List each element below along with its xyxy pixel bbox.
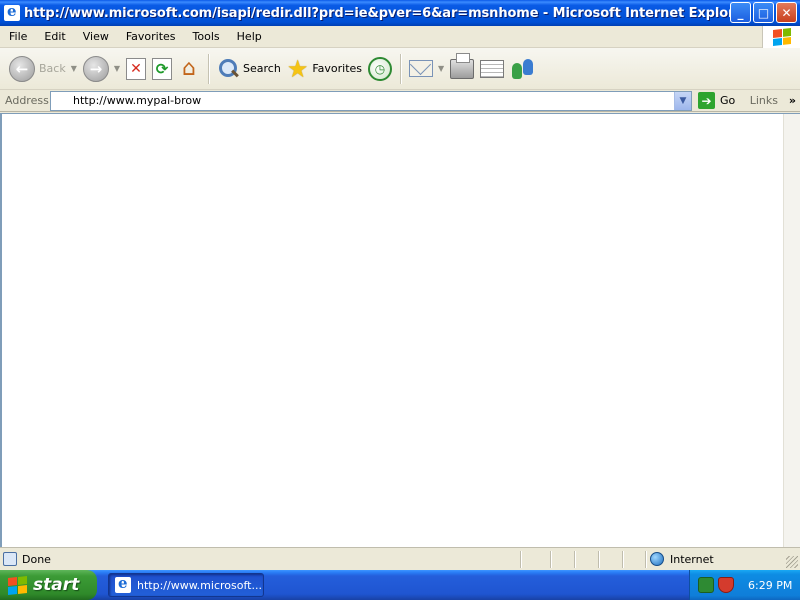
stop-icon: ✕: [126, 57, 147, 80]
menu-tools[interactable]: Tools: [184, 30, 228, 43]
vertical-scrollbar[interactable]: [783, 114, 800, 547]
home-button[interactable]: ⌂: [175, 52, 203, 86]
toolbar-separator: [208, 53, 210, 84]
address-input[interactable]: [71, 91, 674, 110]
menu-help[interactable]: Help: [228, 30, 270, 43]
mail-button[interactable]: ▼: [406, 52, 447, 86]
edit-button[interactable]: [477, 52, 507, 86]
system-tray: 6:29 PM: [689, 570, 800, 600]
status-bar: Done Internet: [0, 547, 800, 570]
window-controls: _ □ ✕: [730, 2, 797, 23]
windows-flag-icon: [8, 575, 27, 595]
status-divider: [598, 551, 599, 568]
menu-bar: File Edit View Favorites Tools Help: [0, 26, 800, 48]
search-button[interactable]: Search: [214, 52, 284, 86]
forward-button[interactable]: → ▼: [80, 52, 123, 86]
security-zone[interactable]: Internet: [650, 552, 714, 566]
favorites-label: Favorites: [312, 62, 363, 75]
links-toolbar[interactable]: Links: [750, 94, 778, 107]
address-dropdown-icon[interactable]: ▼: [674, 91, 691, 110]
stop-button[interactable]: ✕: [123, 52, 149, 86]
status-divider: [520, 551, 521, 568]
address-field[interactable]: ▼: [50, 90, 692, 111]
refresh-button[interactable]: ⟳: [149, 52, 175, 86]
back-button[interactable]: ← Back ▼: [6, 52, 80, 86]
back-arrow-icon: ←: [9, 55, 35, 82]
messenger-button[interactable]: [507, 52, 539, 86]
taskbar-button-ie[interactable]: http://www.microsoft...: [108, 573, 264, 597]
windows-flag-icon: [772, 28, 791, 46]
mail-icon: [409, 60, 434, 77]
page-status-icon: [3, 552, 17, 566]
ie-icon: [4, 2, 20, 21]
status-divider: [645, 551, 646, 568]
page-icon: [53, 93, 69, 109]
zone-label: Internet: [670, 552, 714, 566]
page-content[interactable]: [0, 113, 800, 547]
status-divider: [550, 551, 551, 568]
status-divider: [574, 551, 575, 568]
menu-edit[interactable]: Edit: [35, 30, 73, 43]
back-label: Back: [39, 62, 66, 75]
address-label: Address: [5, 94, 49, 107]
network-icon[interactable]: [698, 577, 714, 593]
history-icon: ◷: [368, 56, 393, 81]
toolbar-separator: [400, 53, 402, 84]
back-dropdown-icon[interactable]: ▼: [71, 64, 77, 73]
messenger-icon: [510, 57, 536, 81]
refresh-icon: ⟳: [152, 57, 173, 80]
status-divider: [622, 551, 623, 568]
go-label: Go: [720, 94, 736, 107]
favorites-star-icon: ★: [286, 54, 309, 83]
globe-icon: [650, 552, 664, 566]
print-icon: [450, 52, 475, 79]
favorites-button[interactable]: ★ Favorites: [284, 52, 365, 86]
clock[interactable]: 6:29 PM: [748, 579, 792, 592]
windows-logo: [762, 26, 800, 48]
links-chevron-icon[interactable]: »: [789, 94, 796, 107]
home-icon: ⌂: [182, 56, 197, 81]
security-shield-icon[interactable]: [718, 577, 734, 593]
task-label: http://www.microsoft...: [137, 578, 262, 592]
standard-toolbar: ← Back ▼ → ▼ ✕ ⟳ ⌂ Search ★ Favorites ◷ …: [0, 48, 800, 90]
ie-icon: [115, 574, 131, 593]
search-label: Search: [243, 62, 281, 75]
go-arrow-icon: ➔: [698, 92, 715, 109]
window-title: http://www.microsoft.com/isapi/redir.dll…: [24, 5, 750, 21]
close-button[interactable]: ✕: [776, 2, 797, 23]
history-button[interactable]: ◷: [365, 52, 395, 86]
forward-arrow-icon: →: [82, 55, 109, 82]
search-icon: [217, 58, 239, 80]
edit-icon: [480, 59, 505, 78]
resize-grip[interactable]: [786, 556, 798, 568]
menu-file[interactable]: File: [0, 30, 35, 43]
address-bar: Address ▼ ➔ Go Links »: [0, 90, 800, 112]
start-button[interactable]: start: [0, 570, 97, 600]
print-button[interactable]: [447, 52, 477, 86]
menu-favorites[interactable]: Favorites: [117, 30, 184, 43]
mail-dropdown-icon[interactable]: ▼: [438, 64, 444, 73]
minimize-button[interactable]: _: [730, 2, 751, 23]
maximize-button[interactable]: □: [753, 2, 774, 23]
forward-dropdown-icon[interactable]: ▼: [114, 64, 120, 73]
status-text: Done: [22, 552, 51, 566]
menu-view[interactable]: View: [74, 30, 117, 43]
title-bar[interactable]: http://www.microsoft.com/isapi/redir.dll…: [0, 0, 800, 26]
start-label: start: [33, 575, 80, 595]
taskbar: start http://www.microsoft... 6:29 PM: [0, 570, 800, 600]
go-button[interactable]: ➔ Go: [698, 92, 735, 109]
